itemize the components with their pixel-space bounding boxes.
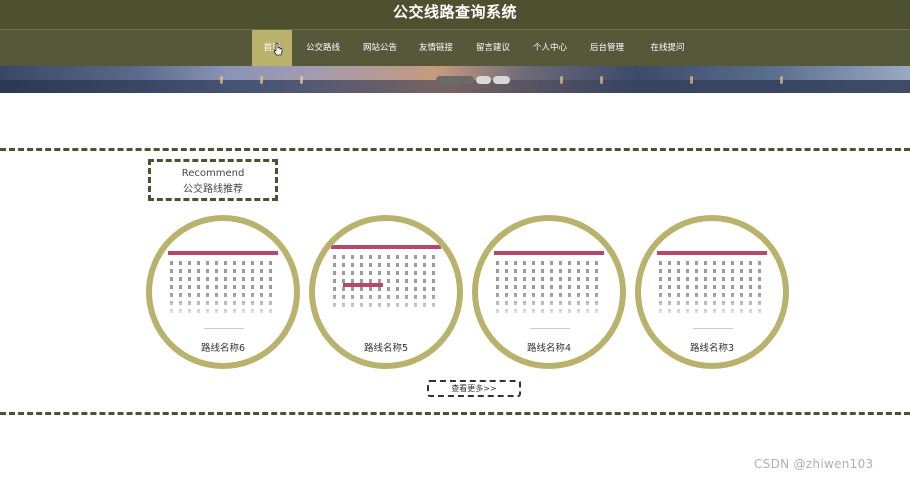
main-nav: 首页 公交路线 网站公告 友情链接 留言建议 个人中心 后台管理 在线提问 bbox=[0, 29, 910, 67]
nav-item-user-center[interactable]: 个人中心 bbox=[525, 30, 575, 67]
nav-item-home[interactable]: 首页 bbox=[252, 30, 292, 67]
mouse-cursor-icon bbox=[273, 42, 283, 56]
nav-item-admin[interactable]: 后台管理 bbox=[582, 30, 632, 67]
nav-item-online-questions[interactable]: 在线提问 bbox=[640, 30, 695, 67]
route-thumbnail bbox=[327, 233, 445, 323]
carousel-dot[interactable] bbox=[476, 76, 491, 84]
section-divider-bottom bbox=[0, 412, 910, 415]
route-card-title: 路线名称6 bbox=[200, 343, 246, 354]
route-card-title: 路线名称3 bbox=[689, 343, 735, 354]
route-thumbnail bbox=[164, 233, 282, 329]
section-divider-top bbox=[0, 148, 910, 151]
nav-item-friend-links[interactable]: 友情链接 bbox=[411, 30, 461, 67]
carousel-dot[interactable] bbox=[493, 76, 510, 84]
site-title: 公交线路查询系统 bbox=[392, 3, 517, 21]
route-card[interactable]: 路线名称6 bbox=[146, 215, 300, 369]
nav-item-announcements[interactable]: 网站公告 bbox=[355, 30, 405, 67]
nav-item-bus-routes[interactable]: 公交路线 bbox=[298, 30, 348, 67]
route-card-title: 路线名称5 bbox=[363, 343, 409, 354]
view-more-button[interactable]: 查看更多>> bbox=[427, 380, 521, 397]
carousel-dot-active[interactable] bbox=[436, 76, 474, 84]
section-heading-en: Recommend bbox=[181, 168, 245, 179]
watermark: CSDN @zhiwen103 bbox=[754, 457, 874, 471]
route-thumbnail bbox=[653, 233, 771, 329]
section-heading: Recommend 公交路线推荐 bbox=[148, 159, 278, 201]
nav-item-feedback[interactable]: 留言建议 bbox=[468, 30, 518, 67]
route-card-title: 路线名称4 bbox=[526, 343, 572, 354]
section-heading-cn: 公交路线推荐 bbox=[183, 184, 243, 195]
site-header: 公交线路查询系统 bbox=[0, 0, 910, 29]
route-thumbnail bbox=[490, 233, 608, 329]
route-card[interactable]: 路线名称4 bbox=[472, 215, 626, 369]
route-card[interactable]: 路线名称5 bbox=[309, 215, 463, 369]
route-card[interactable]: 路线名称3 bbox=[635, 215, 789, 369]
